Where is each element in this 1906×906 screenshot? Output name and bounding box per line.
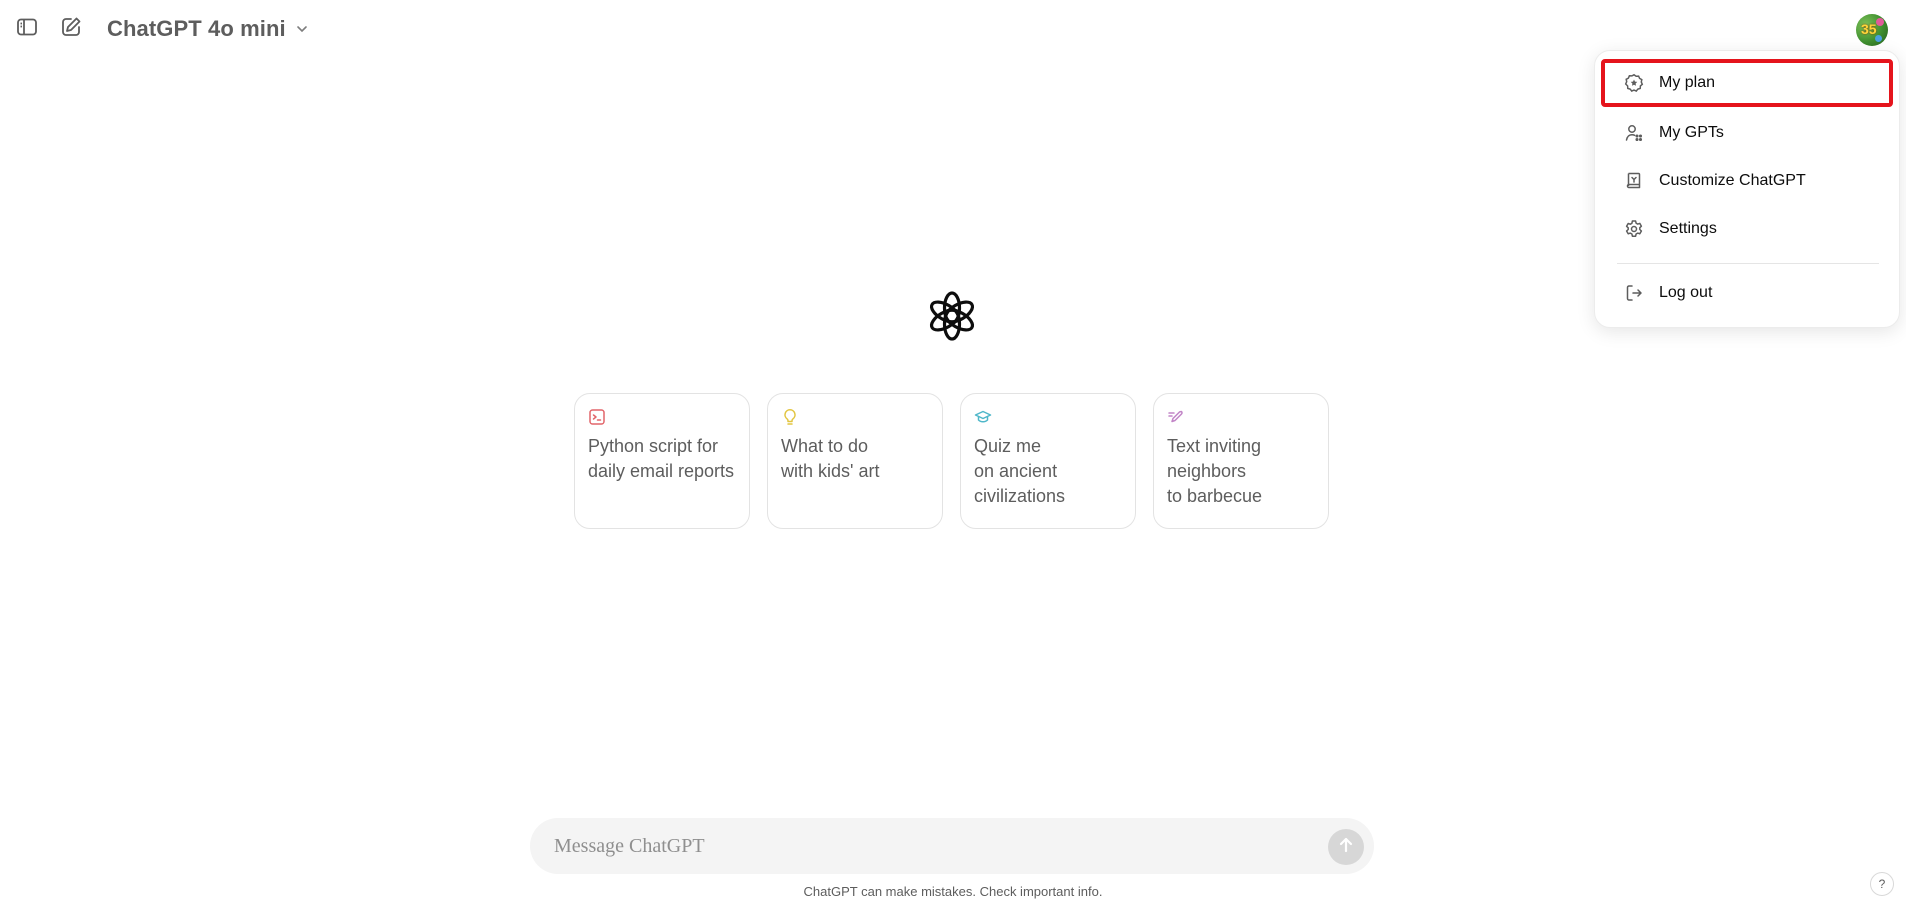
menu-item-customize[interactable]: Customize ChatGPT xyxy=(1603,159,1891,203)
menu-item-label: Settings xyxy=(1659,220,1717,237)
message-composer xyxy=(530,818,1374,874)
menu-divider xyxy=(1617,263,1879,264)
suggestion-card-kids-art[interactable]: What to do with kids' art xyxy=(767,393,943,529)
suggestion-text: Quiz me on ancient civilizations xyxy=(974,436,1066,506)
suggestion-card-quiz[interactable]: Quiz me on ancient civilizations xyxy=(960,393,1136,529)
logout-icon xyxy=(1623,282,1645,304)
customize-icon xyxy=(1623,170,1645,192)
chevron-down-icon xyxy=(294,21,310,37)
suggestion-card-barbecue[interactable]: Text inviting neighbors to barbecue xyxy=(1153,393,1329,529)
arrow-up-icon xyxy=(1336,835,1356,860)
model-selector[interactable]: ChatGPT 4o mini xyxy=(103,13,314,45)
menu-item-log-out[interactable]: Log out xyxy=(1603,271,1891,315)
pen-icon xyxy=(1167,408,1185,426)
gpts-icon xyxy=(1623,122,1645,144)
sidebar-icon xyxy=(15,15,39,44)
chatgpt-page: ChatGPT 4o mini 35 My plan My GPTs Custo… xyxy=(0,0,1906,906)
suggestion-text: What to do with kids' art xyxy=(781,436,880,481)
profile-menu: My plan My GPTs Customize ChatGPT Settin… xyxy=(1594,50,1900,328)
suggestion-text: Text inviting neighbors to barbecue xyxy=(1167,436,1263,506)
menu-item-label: Log out xyxy=(1659,284,1713,301)
graduation-cap-icon xyxy=(974,408,992,426)
menu-item-settings[interactable]: Settings xyxy=(1603,207,1891,251)
suggestion-text: Python script for daily email reports xyxy=(588,436,735,481)
edit-icon xyxy=(59,15,83,44)
menu-item-label: Customize ChatGPT xyxy=(1659,172,1806,189)
terminal-icon xyxy=(588,408,606,426)
avatar[interactable]: 35 xyxy=(1856,14,1888,46)
new-chat-button[interactable] xyxy=(56,14,86,44)
avatar-text: 35 xyxy=(1861,21,1877,37)
send-button[interactable] xyxy=(1328,829,1364,865)
sidebar-toggle-button[interactable] xyxy=(12,14,42,44)
lightbulb-icon xyxy=(781,408,799,426)
plan-icon xyxy=(1623,72,1645,94)
gear-icon xyxy=(1623,218,1645,240)
menu-item-my-gpts[interactable]: My GPTs xyxy=(1603,111,1891,155)
openai-logo xyxy=(924,288,980,344)
suggestion-card-python[interactable]: Python script for daily email reports xyxy=(574,393,750,529)
menu-item-label: My GPTs xyxy=(1659,124,1724,141)
message-input[interactable] xyxy=(554,818,1294,874)
model-title: ChatGPT 4o mini xyxy=(107,16,286,41)
menu-item-my-plan[interactable]: My plan xyxy=(1601,59,1893,107)
help-button[interactable]: ? xyxy=(1870,872,1894,896)
disclaimer-text: ChatGPT can make mistakes. Check importa… xyxy=(803,884,1103,899)
menu-item-label: My plan xyxy=(1659,74,1716,91)
